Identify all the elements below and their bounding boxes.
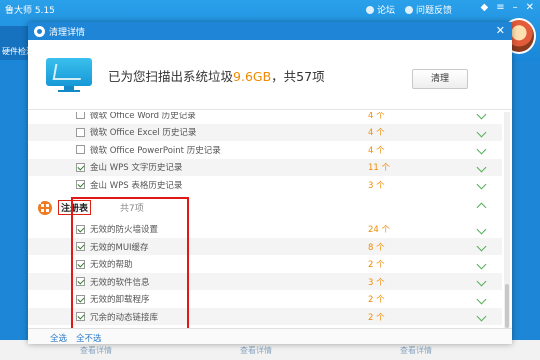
feedback-icon xyxy=(404,5,413,14)
junk-list: 微软 Office Word 历史记录 4 个微软 Office Excel 历史… xyxy=(28,112,502,328)
chevron-down-icon[interactable] xyxy=(476,162,487,172)
item-label: 冗余的动态链接库 xyxy=(90,312,159,323)
app-title: 鲁大师 5.15 xyxy=(5,6,55,16)
item-count: 4 个 xyxy=(368,128,385,138)
feedback-link[interactable]: 问题反馈 xyxy=(404,3,452,16)
forum-icon xyxy=(365,5,374,14)
item-label: 无效的MUI缓存 xyxy=(90,242,149,253)
item-count: 11 个 xyxy=(368,163,391,173)
chevron-down-icon[interactable] xyxy=(476,179,487,190)
item-checkbox[interactable] xyxy=(76,180,85,189)
item-label: 金山 WPS 表格历史记录 xyxy=(90,180,183,191)
chevron-down-icon[interactable] xyxy=(476,311,487,322)
registry-icon xyxy=(38,200,52,215)
item-count: 4 个 xyxy=(368,112,385,121)
group-name: 注册表 xyxy=(58,200,92,215)
chevron-down-icon[interactable] xyxy=(476,276,487,287)
skin-icon[interactable]: ◆ xyxy=(481,2,489,13)
list-item[interactable]: 金山 WPS 表格历史记录 3 个 xyxy=(28,176,502,193)
item-checkbox[interactable] xyxy=(76,162,85,172)
chevron-down-icon[interactable] xyxy=(476,241,487,252)
item-count: 4 个 xyxy=(368,145,385,156)
item-checkbox[interactable] xyxy=(76,112,85,119)
item-checkbox[interactable] xyxy=(76,259,85,269)
minimize-icon[interactable]: – xyxy=(513,2,518,13)
summary-text: 已为您扫描出系统垃圾9.6GB，共57项 xyxy=(108,69,325,84)
item-count: 2 个 xyxy=(368,312,385,323)
chevron-down-icon[interactable] xyxy=(476,224,487,234)
item-label: 无效的帮助 xyxy=(90,260,133,270)
app-header-links: 论坛 问题反馈 xyxy=(365,3,452,16)
view-details-link-2[interactable]: 查看详情 xyxy=(240,345,272,356)
list-item[interactable]: 无效的软件信息 3 个 xyxy=(28,273,502,290)
clean-details-dialog: 清理详情 ✕ 已为您扫描出系统垃圾9.6GB，共57项 清理 微软 Office… xyxy=(28,22,512,344)
list-item[interactable]: 微软 Office PowerPoint 历史记录 4 个 xyxy=(28,141,502,158)
chevron-down-icon[interactable] xyxy=(476,294,487,304)
clean-button[interactable]: 清理 xyxy=(412,69,468,89)
item-checkbox[interactable] xyxy=(76,224,85,234)
view-details-link-3[interactable]: 查看详情 xyxy=(400,345,432,356)
item-count: 2 个 xyxy=(368,260,385,270)
list-item[interactable]: 无效的MUI缓存 8 个 xyxy=(28,238,502,255)
scrollbar-thumb[interactable] xyxy=(505,284,509,328)
window-controls: ◆ ≡ – ✕ xyxy=(481,2,534,13)
close-icon[interactable]: ✕ xyxy=(496,24,505,37)
dialog-title-bar: 清理详情 xyxy=(28,22,512,40)
item-count: 2 个 xyxy=(368,295,385,305)
list-item[interactable]: 金山 WPS 文字历史记录 11 个 xyxy=(28,158,502,176)
item-checkbox[interactable] xyxy=(76,127,85,137)
item-checkbox[interactable] xyxy=(76,242,85,251)
item-label: 微软 Office Excel 历史记录 xyxy=(90,128,197,138)
item-label: 无效的卸载程序 xyxy=(90,295,150,305)
scan-summary: 已为您扫描出系统垃圾9.6GB，共57项 清理 xyxy=(28,40,512,110)
item-checkbox[interactable] xyxy=(76,277,85,286)
list-item[interactable]: 无效的帮助 2 个 xyxy=(28,256,502,273)
junk-size: 9.6GB xyxy=(233,69,272,84)
list-item[interactable]: 微软 Office Excel 历史记录 4 个 xyxy=(28,123,502,141)
item-count: 24 个 xyxy=(368,225,391,235)
item-checkbox[interactable] xyxy=(76,312,85,321)
item-label: 微软 Office PowerPoint 历史记录 xyxy=(90,145,221,156)
dialog-footer: 全选 全不选 xyxy=(28,328,512,344)
item-label: 无效的软件信息 xyxy=(90,277,150,288)
list-item[interactable]: 无效的防火墙设置 24 个 xyxy=(28,221,502,238)
group-header-registry[interactable]: 注册表 共7项 xyxy=(28,198,502,218)
menu-icon[interactable]: ≡ xyxy=(496,2,504,13)
select-none-link[interactable]: 全不选 xyxy=(76,332,102,344)
close-window-icon[interactable]: ✕ xyxy=(526,2,534,13)
item-label: 金山 WPS 文字历史记录 xyxy=(90,163,183,173)
list-item[interactable]: 微软 Office Word 历史记录 4 个 xyxy=(28,112,502,123)
item-checkbox[interactable] xyxy=(76,294,85,304)
dialog-title: 清理详情 xyxy=(49,27,86,38)
item-count: 3 个 xyxy=(368,180,385,191)
group-total: 共7项 xyxy=(120,204,144,214)
chevron-down-icon[interactable] xyxy=(476,144,487,155)
chevron-up-icon[interactable] xyxy=(476,202,487,213)
item-count: 3 个 xyxy=(368,277,385,288)
view-details-link-1[interactable]: 查看详情 xyxy=(80,345,112,356)
list-item[interactable]: 冗余的动态链接库 2 个 xyxy=(28,308,502,325)
list-item[interactable]: 无效的卸载程序 2 个 xyxy=(28,291,502,308)
monitor-icon xyxy=(46,58,92,92)
item-count: 8 个 xyxy=(368,242,385,253)
chevron-down-icon[interactable] xyxy=(476,127,487,137)
forum-link[interactable]: 论坛 xyxy=(365,3,395,16)
chevron-down-icon[interactable] xyxy=(476,112,487,120)
item-label: 无效的防火墙设置 xyxy=(90,225,159,235)
chevron-down-icon[interactable] xyxy=(476,259,487,269)
app-logo-icon xyxy=(34,25,45,37)
item-checkbox[interactable] xyxy=(76,145,85,154)
select-all-link[interactable]: 全选 xyxy=(50,332,67,344)
item-label: 微软 Office Word 历史记录 xyxy=(90,112,196,121)
